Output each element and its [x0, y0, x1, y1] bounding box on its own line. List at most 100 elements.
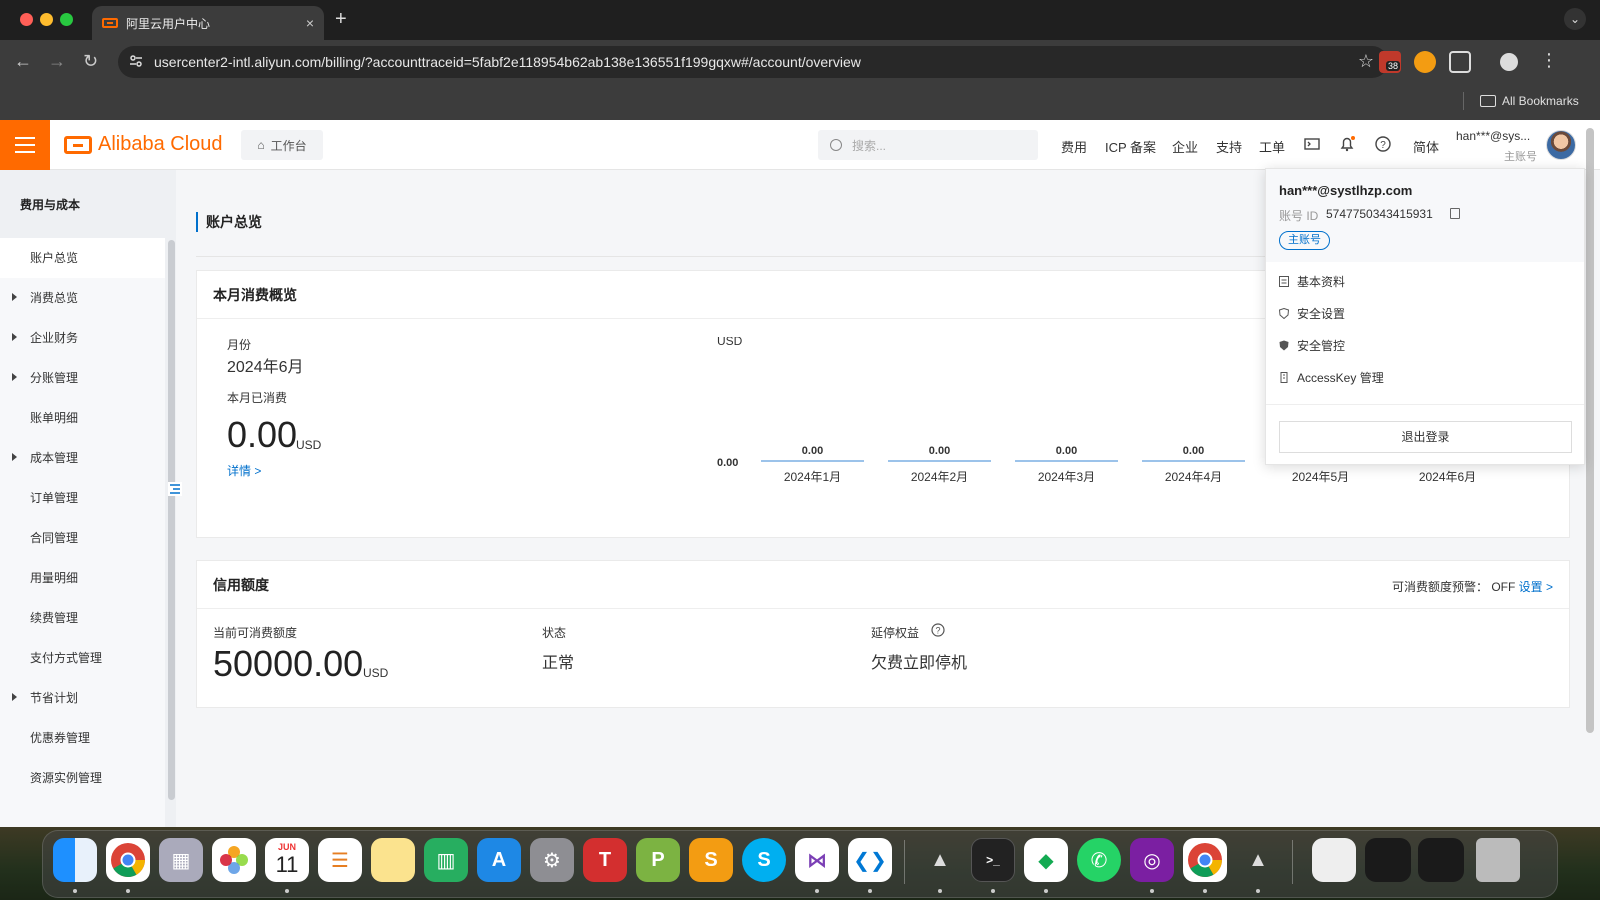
- rocket-alt-icon[interactable]: ▲: [1236, 838, 1280, 882]
- sidebar-item-cost-management[interactable]: 成本管理: [0, 438, 165, 478]
- chart-bar[interactable]: [1142, 460, 1245, 462]
- fullscreen-window-button[interactable]: [60, 13, 73, 26]
- recent-stack-icon[interactable]: [1418, 838, 1464, 882]
- menu-item-security-control[interactable]: 安全管控: [1279, 337, 1345, 354]
- chart-x-tick-label: 2024年5月: [1292, 470, 1349, 484]
- sidebar-item-orders[interactable]: 订单管理: [0, 478, 165, 518]
- tab-close-icon[interactable]: ×: [306, 15, 314, 31]
- copy-icon[interactable]: [1450, 208, 1460, 219]
- sidebar-item-resource-instances[interactable]: 资源实例管理: [0, 758, 165, 798]
- nav-icp[interactable]: ICP 备案: [1105, 137, 1156, 156]
- new-tab-button[interactable]: +: [335, 8, 347, 31]
- finder-icon[interactable]: [53, 838, 97, 882]
- bell-icon[interactable]: [1338, 135, 1356, 153]
- chart-bar[interactable]: [888, 460, 991, 462]
- workbench-button[interactable]: ⌂ 工作台: [241, 130, 323, 160]
- sidebar-item-enterprise-finance[interactable]: 企业财务: [0, 318, 165, 358]
- document-file-icon[interactable]: [1312, 838, 1356, 882]
- extensions-puzzle-icon[interactable]: [1449, 51, 1471, 73]
- extension-icon[interactable]: [1414, 51, 1436, 73]
- sidebar-item-bill-details[interactable]: 账单明细: [0, 398, 165, 438]
- chart-bar[interactable]: [761, 460, 864, 462]
- language-switch[interactable]: 简体: [1413, 137, 1439, 156]
- chrome-icon[interactable]: [106, 838, 150, 882]
- browser-menu-icon[interactable]: ⋮: [1540, 50, 1558, 71]
- alibaba-cloud-logo[interactable]: Alibaba Cloud: [64, 133, 223, 156]
- sidebar-title: 费用与成本: [20, 198, 81, 212]
- trash-icon[interactable]: [1476, 838, 1520, 882]
- tab-search-chevron-icon[interactable]: ⌄: [1564, 8, 1586, 30]
- sidebar-scrollbar[interactable]: [168, 240, 175, 800]
- system-settings-icon[interactable]: ⚙: [530, 838, 574, 882]
- bookmark-star-icon[interactable]: ☆: [1358, 51, 1374, 72]
- browser-tab-bar: 阿里云用户中心 × + ⌄: [0, 0, 1600, 40]
- reload-icon[interactable]: ↻: [83, 52, 98, 70]
- sidebar-item-payment-methods[interactable]: 支付方式管理: [0, 638, 165, 678]
- search-input[interactable]: 搜索...: [818, 130, 1038, 160]
- menu-hamburger-icon[interactable]: [0, 120, 50, 170]
- details-link[interactable]: 详情 >: [227, 462, 261, 479]
- logout-button[interactable]: 退出登录: [1279, 421, 1572, 453]
- notes-icon[interactable]: [371, 838, 415, 882]
- all-bookmarks-button[interactable]: All Bookmarks: [1480, 94, 1579, 108]
- browser-tab[interactable]: 阿里云用户中心 ×: [92, 6, 324, 40]
- calendar-icon[interactable]: JUN 11: [265, 838, 309, 882]
- skype-icon[interactable]: S: [742, 838, 786, 882]
- photos-icon[interactable]: [212, 838, 256, 882]
- wps-spreadsheet-icon[interactable]: S: [689, 838, 733, 882]
- numbers-icon[interactable]: ▥: [424, 838, 468, 882]
- available-credit-label: 当前可消费额度: [213, 626, 298, 640]
- credit-alert-settings-link[interactable]: 设置 >: [1519, 580, 1553, 594]
- wps-presentation-icon[interactable]: P: [636, 838, 680, 882]
- sidebar-item-coupons[interactable]: 优惠券管理: [0, 718, 165, 758]
- terminal-app-icon[interactable]: >_: [971, 838, 1015, 882]
- dock-running-indicator: [73, 889, 77, 893]
- avatar[interactable]: [1546, 130, 1576, 160]
- page-scrollbar[interactable]: [1586, 128, 1594, 733]
- calendar-extension-icon[interactable]: 38: [1379, 51, 1401, 73]
- menu-item-label: AccessKey 管理: [1297, 371, 1384, 385]
- menu-item-security-settings[interactable]: 安全设置: [1279, 305, 1345, 322]
- help-circle-icon[interactable]: ?: [931, 623, 945, 637]
- site-settings-icon[interactable]: [128, 53, 144, 69]
- rocket-icon[interactable]: ▲: [918, 838, 962, 882]
- address-bar[interactable]: usercenter2-intl.aliyun.com/billing/?acc…: [118, 46, 1388, 78]
- nav-billing[interactable]: 费用: [1061, 137, 1087, 156]
- launchpad-icon[interactable]: ▦: [159, 838, 203, 882]
- sidebar-item-usage-details[interactable]: 用量明细: [0, 558, 165, 598]
- terminal-icon[interactable]: [1303, 135, 1321, 153]
- downloads-stack-icon[interactable]: [1365, 838, 1411, 882]
- sidebar-item-spend-overview[interactable]: 消费总览: [0, 278, 165, 318]
- menu-item-accesskey[interactable]: AccessKey 管理: [1279, 369, 1384, 386]
- help-icon[interactable]: ?: [1374, 135, 1392, 153]
- user-account-name[interactable]: han***@sys...: [1456, 129, 1530, 143]
- dev-app-icon[interactable]: ◎: [1130, 838, 1174, 882]
- close-window-button[interactable]: [20, 13, 33, 26]
- chrome-alt-icon[interactable]: [1183, 838, 1227, 882]
- sidebar-item-split-billing[interactable]: 分账管理: [0, 358, 165, 398]
- credit-card: 信用额度 可消费额度预警： OFF 设置 > 当前可消费额度 50000.00 …: [196, 560, 1570, 708]
- sidebar-item-savings-plan[interactable]: 节省计划: [0, 678, 165, 718]
- wps-writer-icon[interactable]: T: [583, 838, 627, 882]
- sidebar-item-renewals[interactable]: 续费管理: [0, 598, 165, 638]
- app-store-icon[interactable]: A: [477, 838, 521, 882]
- nav-ticket[interactable]: 工单: [1259, 137, 1285, 156]
- extension-badge: 38: [1386, 61, 1401, 71]
- vscode-icon[interactable]: ❮❯: [848, 838, 892, 882]
- nav-support[interactable]: 支持: [1216, 137, 1242, 156]
- dock-separator: [1292, 840, 1293, 884]
- forward-arrow-icon[interactable]: →: [48, 52, 66, 70]
- menu-item-basic-info[interactable]: 基本资料: [1279, 273, 1345, 290]
- sidebar-item-account-overview[interactable]: 账户总览: [0, 238, 165, 278]
- nav-enterprise[interactable]: 企业: [1172, 137, 1198, 156]
- whatsapp-icon[interactable]: ✆: [1077, 838, 1121, 882]
- chart-bar[interactable]: [1015, 460, 1118, 462]
- reminders-icon[interactable]: ☰: [318, 838, 362, 882]
- back-arrow-icon[interactable]: ←: [14, 52, 32, 70]
- console-top-nav: Alibaba Cloud ⌂ 工作台 搜索... 费用 ICP 备案 企业 支…: [0, 120, 1600, 170]
- sidebar-item-contracts[interactable]: 合同管理: [0, 518, 165, 558]
- minimize-window-button[interactable]: [40, 13, 53, 26]
- profile-icon[interactable]: [1500, 53, 1518, 71]
- mongodb-compass-icon[interactable]: ◆: [1024, 838, 1068, 882]
- visual-studio-icon[interactable]: ⋈: [795, 838, 839, 882]
